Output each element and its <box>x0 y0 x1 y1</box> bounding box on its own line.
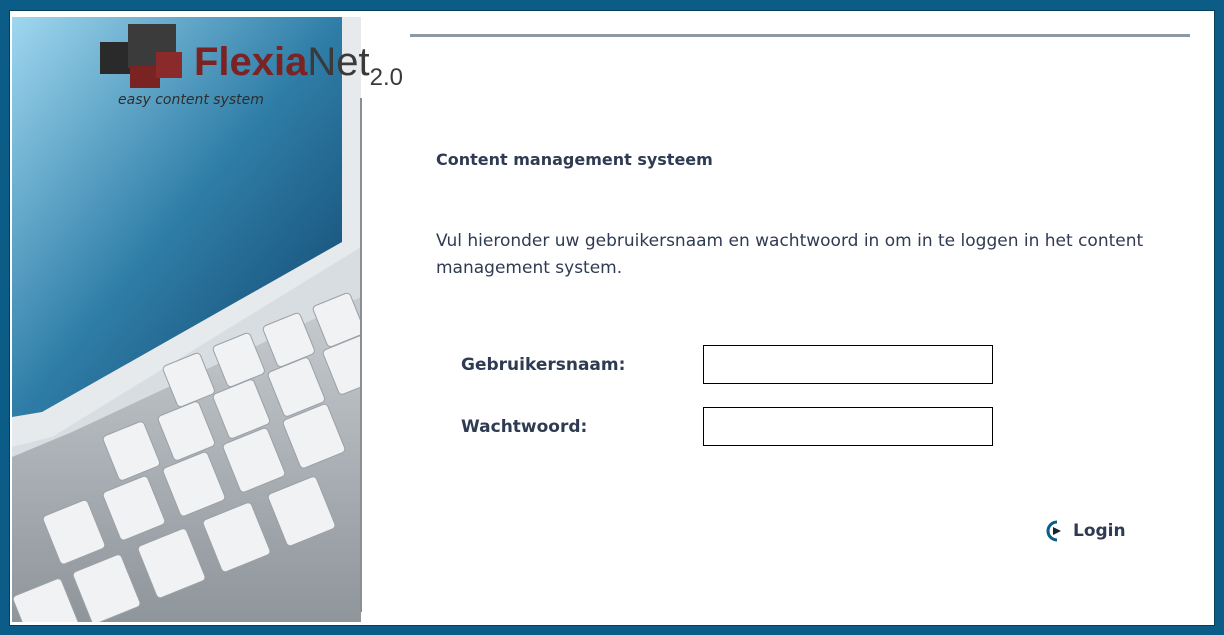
login-label: Login <box>1073 521 1126 541</box>
logo-wordmark: FlexiaNet2.0 <box>194 40 404 91</box>
header-rule <box>410 34 1190 37</box>
logo-square-red-small <box>156 52 182 78</box>
logo-tagline: easy content system <box>118 92 264 108</box>
play-arrow-icon <box>1043 519 1067 543</box>
username-label: Gebruikersnaam: <box>461 355 626 375</box>
logo-brand-part2: Net <box>307 40 370 84</box>
username-input[interactable] <box>703 345 993 384</box>
logo-square-dark <box>100 42 130 74</box>
intro-text: Vul hieronder uw gebruikersnaam en wacht… <box>436 231 1144 278</box>
page-title: Content management systeem <box>436 150 713 169</box>
password-label: Wachtwoord: <box>461 417 588 437</box>
logo-version: 2.0 <box>369 64 404 91</box>
vertical-divider <box>360 98 362 612</box>
flexianet-logo: FlexiaNet2.0 easy content system <box>98 14 518 108</box>
login-button[interactable]: Login <box>1043 516 1126 546</box>
password-input[interactable] <box>703 407 993 446</box>
logo-brand-part1: Flexia <box>194 40 308 84</box>
